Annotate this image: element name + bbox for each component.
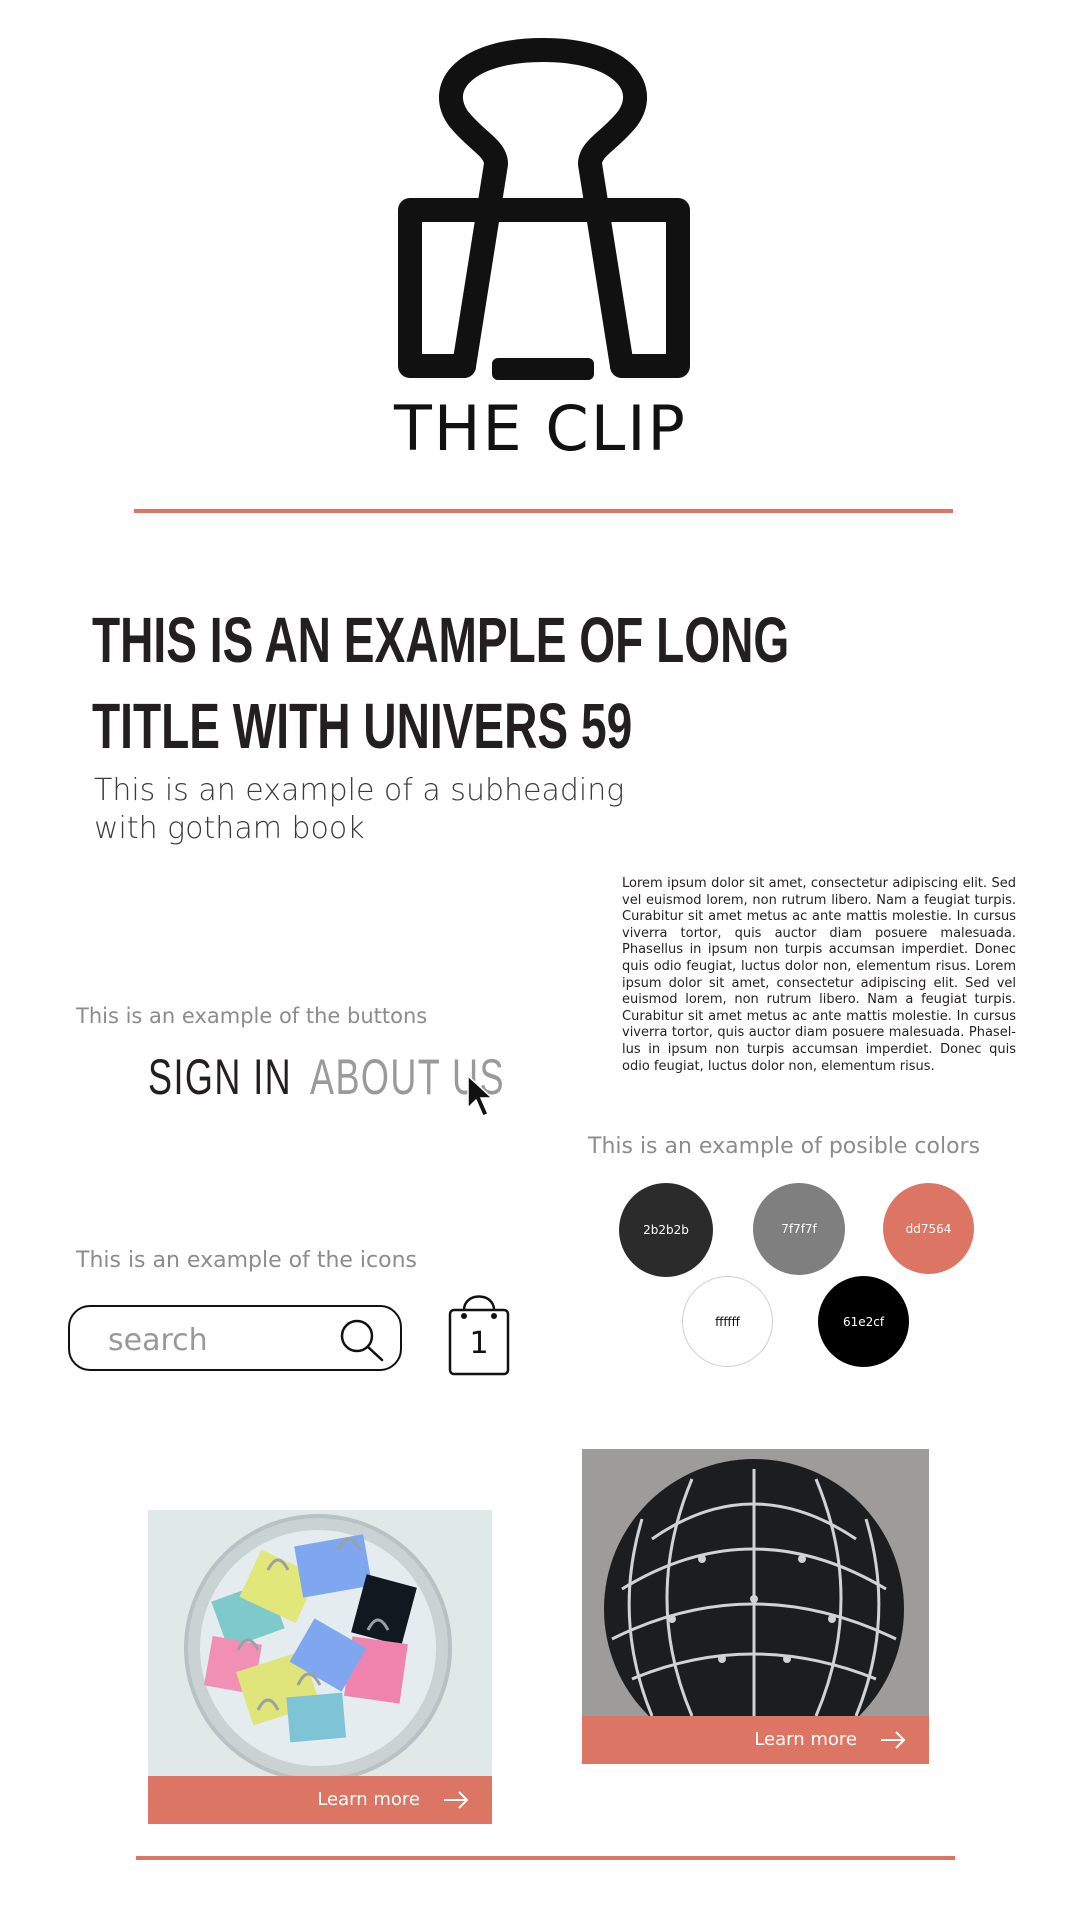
icons-caption: This is an example of the icons (76, 1248, 417, 1273)
bottom-divider (136, 1856, 955, 1860)
logo-wordmark: THE CLIP (394, 392, 687, 465)
product-card-bowl: Learn more (148, 1510, 492, 1824)
subheading: This is an example of a subheading with … (94, 772, 694, 848)
subheading-line-2: with gotham book (94, 811, 365, 846)
arrow-right-icon (881, 1731, 906, 1749)
title-line-1: THIS IS AN EXAMPLE OF LONG (92, 604, 790, 676)
search-input[interactable] (106, 1319, 330, 1361)
color-swatch-label: 7f7f7f (781, 1222, 817, 1236)
color-swatch-label: dd7564 (905, 1221, 952, 1236)
cart-count: 1 (469, 1326, 489, 1361)
buttons-caption: This is an example of the buttons (76, 1004, 428, 1028)
learn-more-button-2[interactable]: Learn more (582, 1716, 929, 1764)
learn-more-label: Learn more (754, 1729, 857, 1750)
color-swatch-61e2cf: 61e2cf (818, 1276, 909, 1367)
body-text: Lorem ipsum dolor sit amet, consectetur … (622, 876, 1016, 1074)
page-title: THIS IS AN EXAMPLE OF LONG TITLE WITH UN… (92, 597, 790, 769)
color-swatch-7f7f7f: 7f7f7f (753, 1183, 845, 1275)
color-swatch-label: 61e2cf (842, 1314, 885, 1329)
arrow-right-icon (444, 1791, 469, 1809)
color-swatch-2b2b2b: 2b2b2b (619, 1183, 713, 1277)
colors-caption: This is an example of posible colors (588, 1134, 981, 1159)
shopping-bag-icon[interactable]: 1 (446, 1286, 512, 1378)
title-line-2: TITLE WITH UNIVERS 59 (92, 690, 633, 762)
learn-more-label: Learn more (317, 1789, 420, 1810)
top-divider (134, 509, 953, 513)
subheading-line-1: This is an example of a subheading (94, 773, 625, 808)
clip-sphere-image (582, 1449, 929, 1716)
search-bar (68, 1305, 402, 1371)
color-swatch-label: 2b2b2b (643, 1223, 689, 1237)
clips-bowl-image (148, 1510, 492, 1776)
search-icon[interactable] (338, 1317, 386, 1363)
color-swatch-ffffff: ffffff (682, 1276, 773, 1367)
color-swatch-label: ffffff (715, 1314, 740, 1329)
cursor-icon (467, 1074, 494, 1117)
learn-more-button-1[interactable]: Learn more (148, 1776, 492, 1824)
color-swatch-dd7564: dd7564 (883, 1183, 974, 1274)
sign-in-button[interactable]: SIGN IN (148, 1052, 292, 1102)
product-card-sphere: Learn more (582, 1449, 929, 1764)
binder-clip-logo-icon (398, 38, 690, 380)
